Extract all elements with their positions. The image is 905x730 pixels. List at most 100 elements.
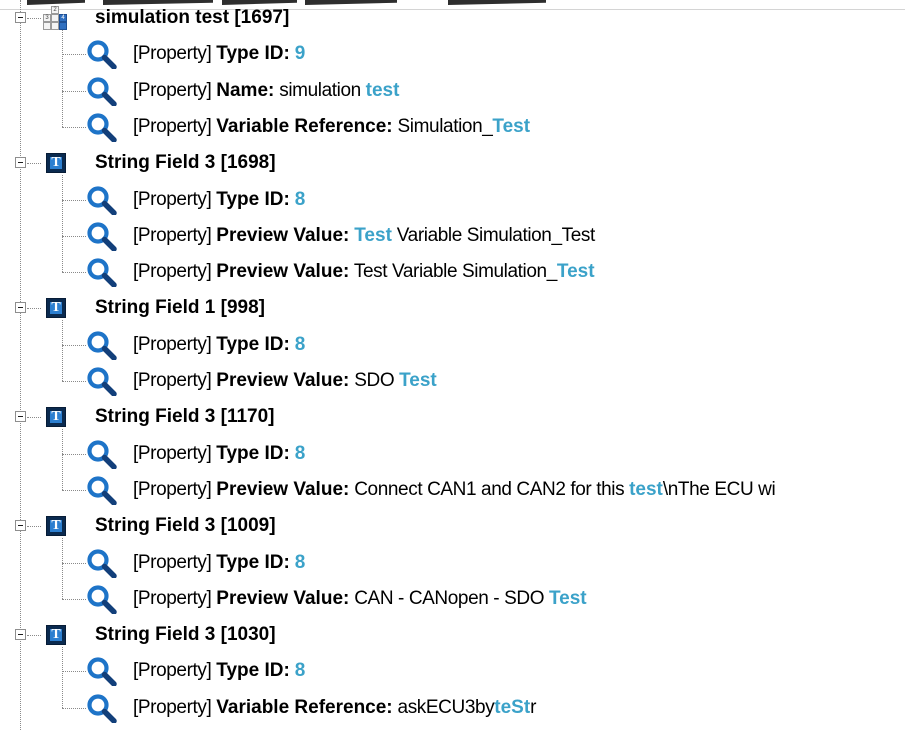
property-text: [Property] Type ID: 9 [133,43,305,65]
magnifier-icon [85,330,121,361]
property-value: askECU3by [397,696,495,718]
property-row[interactable]: [Property] Variable Reference: Simulatio… [0,109,905,145]
property-key: Type ID: [216,442,290,464]
tree-node[interactable]: T String Field 3 [1009] [0,508,905,544]
collapse-toggle-icon[interactable] [15,411,26,423]
string-field-icon: T [46,516,66,537]
string-field-icon: T [46,153,66,174]
property-row[interactable]: [Property] Type ID: 8 [0,327,905,363]
property-row[interactable]: [Property] Type ID: 8 [0,182,905,218]
property-value-highlight: Test [556,261,595,283]
connector-line [62,707,86,709]
tree-node[interactable]: T String Field 3 [1030] [0,617,905,653]
string-field-icon: T [46,407,66,428]
property-text: [Property] Preview Value: Test Variable … [133,261,595,283]
property-key: Type ID: [216,188,290,210]
property-key: Type ID: [216,660,290,682]
property-row[interactable]: [Property] Preview Value: Test Variable … [0,218,905,254]
property-value-highlight: 8 [294,442,306,464]
property-key: Name: [216,79,275,101]
property-key: Variable Reference: [216,696,393,718]
property-prefix: [Property] [133,43,212,65]
connector-line [62,272,86,274]
property-row[interactable]: [Property] Type ID: 9 [0,36,905,72]
property-value-highlight: teSt [494,696,531,718]
node-label: String Field 3 [1030] [95,624,276,646]
connector-line [27,526,41,528]
magnifier-icon [85,439,121,470]
property-value-tail: \nThe ECU wi [662,478,776,500]
connector-line [62,538,63,599]
property-row[interactable]: [Property] Variable Reference: askECU3by… [0,690,905,726]
property-value: CAN - CANopen - SDO [354,587,549,609]
connector-line [62,598,86,600]
string-field-icon: T [46,298,66,319]
property-prefix: [Property] [133,188,212,210]
property-text: [Property] Variable Reference: Simulatio… [133,116,530,138]
property-value: Test Variable Simulation_ [353,261,557,283]
tree-node[interactable]: T String Field 1 [998] [0,290,905,326]
connector-line [62,671,86,673]
tree-node[interactable]: T String Field 3 [1170] [0,399,905,435]
connector-line [62,54,86,56]
connector-line [27,308,41,310]
property-row[interactable]: [Property] Preview Value: Test Variable … [0,254,905,290]
property-key: Preview Value: [216,224,350,246]
property-row[interactable]: [Property] Preview Value: CAN - CANopen … [0,581,905,617]
connector-line [62,126,86,128]
property-text: [Property] Preview Value: CAN - CANopen … [133,588,587,610]
property-row[interactable]: [Property] Type ID: 8 [0,436,905,472]
magnifier-icon [85,76,121,107]
property-prefix: [Property] [133,442,212,464]
property-value: simulation [279,79,366,101]
collapse-toggle-icon[interactable] [15,157,26,169]
property-row[interactable]: [Property] Preview Value: Connect CAN1 a… [0,472,905,508]
property-key: Preview Value: [216,261,350,283]
property-text: [Property] Type ID: 8 [133,189,305,211]
connector-line [27,635,41,637]
connector-line [62,235,86,237]
property-text: [Property] Type ID: 8 [133,660,305,682]
property-text: [Property] Preview Value: Test Variable … [133,225,595,247]
tree-node[interactable]: 2 3 4 simulation test [1697] [0,0,905,36]
magnifier-icon [85,656,121,688]
magnifier-icon [85,366,121,397]
magnifier-icon [85,257,121,288]
collapse-toggle-icon[interactable] [15,302,26,314]
property-prefix: [Property] [133,115,212,137]
property-prefix: [Property] [133,333,212,355]
property-key: Type ID: [216,43,290,65]
connector-line [27,417,41,419]
property-key: Type ID: [216,333,290,355]
property-key: Type ID: [216,551,290,573]
property-text: [Property] Variable Reference: askECU3by… [133,697,536,719]
connector-line [62,344,86,346]
connector-line [62,199,86,201]
magnifier-icon [85,221,121,252]
collapse-toggle-icon[interactable] [15,629,26,641]
magnifier-icon [85,39,121,71]
search-results-tree: 2 3 4 simulation test [1697] [Property] Type… [0,0,905,730]
collapse-toggle-icon[interactable] [15,520,26,532]
property-prefix: [Property] [133,551,212,573]
property-value-highlight: 8 [294,188,306,210]
connector-line [62,453,86,455]
collapse-toggle-icon[interactable] [15,12,26,23]
property-text: [Property] Name: simulation test [133,80,399,102]
connector-line [62,381,86,382]
tree-node[interactable]: T String Field 3 [1698] [0,145,905,181]
property-prefix: [Property] [133,696,212,718]
property-prefix: [Property] [133,587,212,609]
property-text: [Property] Preview Value: Connect CAN1 a… [133,478,776,501]
property-value-highlight: 9 [294,43,306,65]
connector-line [62,175,63,273]
node-label: String Field 3 [1170] [95,406,275,428]
property-row[interactable]: [Property] Type ID: 8 [0,653,905,689]
property-text: [Property] Preview Value: SDO Test [133,370,437,392]
property-row[interactable]: [Property] Preview Value: SDO Test [0,363,905,399]
property-text: [Property] Type ID: 8 [133,443,305,465]
property-row[interactable]: [Property] Name: simulation test [0,73,905,109]
property-row[interactable]: [Property] Type ID: 8 [0,545,905,581]
property-value-highlight: Test [492,115,531,137]
property-value-highlight: test [629,478,663,500]
